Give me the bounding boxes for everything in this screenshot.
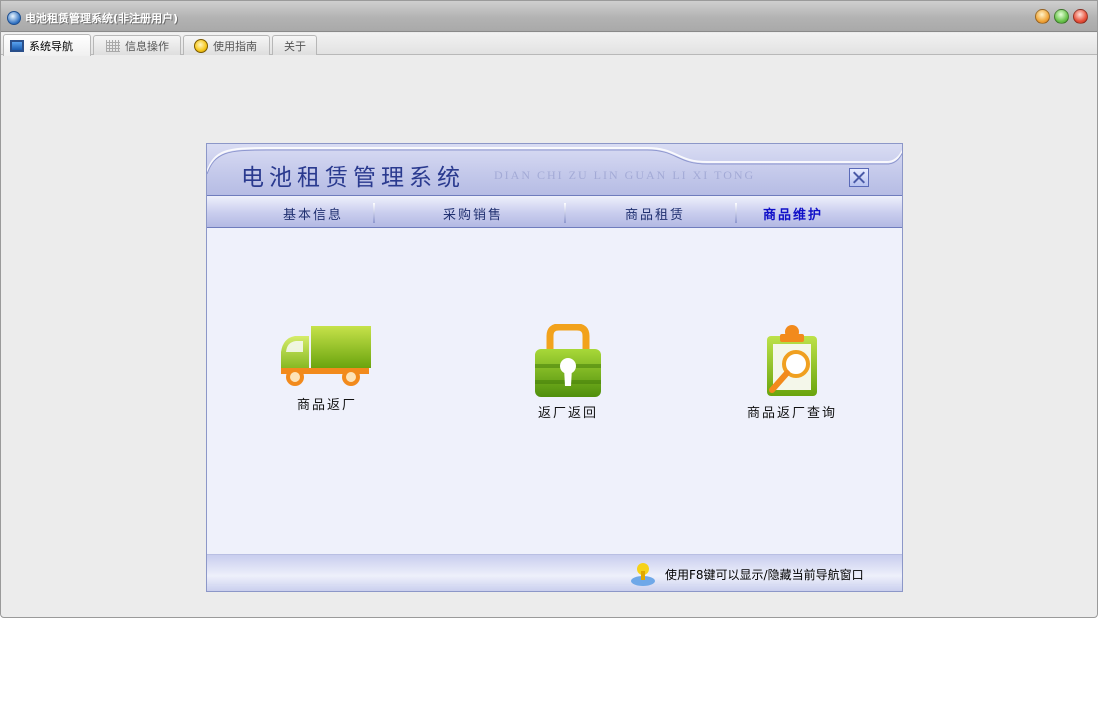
menu-product-maintenance[interactable]: 商品维护 <box>763 204 823 223</box>
tile-product-return[interactable]: 商品返厂 <box>247 324 407 413</box>
monitor-icon <box>10 39 24 52</box>
footer-divider <box>207 584 902 586</box>
navigation-header: 电池租赁管理系统 DIAN CHI ZU LIN GUAN LI XI TONG <box>207 144 902 195</box>
menu-basic-info[interactable]: 基本信息 <box>283 204 343 223</box>
navigation-panel: 电池租赁管理系统 DIAN CHI ZU LIN GUAN LI XI TONG… <box>206 143 903 592</box>
maximize-button[interactable] <box>1054 9 1069 24</box>
tile-label: 商品返厂查询 <box>746 406 837 421</box>
minimize-button[interactable] <box>1035 9 1050 24</box>
lock-icon <box>535 324 601 397</box>
navigation-menu: 基本信息 采购销售 商品租赁 商品维护 <box>207 195 902 228</box>
footer-hint: 使用F8键可以显示/隐藏当前导航窗口 <box>665 568 864 582</box>
close-navigation-button[interactable] <box>849 168 869 187</box>
tab-about[interactable]: 关于 <box>272 35 317 55</box>
navigation-body: 商品返厂 返厂返回 商品返厂查询 <box>207 229 902 554</box>
lightbulb-icon <box>194 38 208 53</box>
truck-icon <box>281 326 371 386</box>
clipboard-search-icon <box>767 325 817 396</box>
grid-icon <box>106 39 120 52</box>
tab-info-operations[interactable]: 信息操作 <box>93 35 181 55</box>
menu-product-rental[interactable]: 商品租赁 <box>625 204 685 223</box>
menu-purchase-sales[interactable]: 采购销售 <box>443 204 503 223</box>
tab-strip: 系统导航 信息操作 使用指南 关于 <box>1 33 1097 56</box>
navigation-title: 电池租赁管理系统 <box>241 165 465 191</box>
close-button[interactable] <box>1073 9 1088 24</box>
app-logo-icon <box>7 11 21 25</box>
tab-label: 信息操作 <box>125 39 169 53</box>
tab-label: 关于 <box>284 39 306 53</box>
menu-separator <box>735 203 737 223</box>
menu-separator <box>373 203 375 223</box>
navigation-subtitle: DIAN CHI ZU LIN GUAN LI XI TONG <box>494 168 756 182</box>
title-bar: 电池租赁管理系统(非注册用户) <box>1 1 1097 32</box>
window-title: 电池租赁管理系统(非注册用户) <box>25 12 179 25</box>
tab-label: 系统导航 <box>29 39 73 53</box>
tile-return-back[interactable]: 返厂返回 <box>488 324 648 421</box>
main-window: 电池租赁管理系统(非注册用户) 系统导航 信息操作 使用指南 关于 电池租赁管理 <box>0 0 1098 618</box>
tab-system-navigation[interactable]: 系统导航 <box>3 34 91 56</box>
tab-label: 使用指南 <box>213 39 257 53</box>
menu-separator <box>564 203 566 223</box>
navigation-footer: 使用F8键可以显示/隐藏当前导航窗口 <box>207 554 902 591</box>
tile-label: 返厂返回 <box>537 406 598 421</box>
tile-product-return-query[interactable]: 商品返厂查询 <box>712 324 872 421</box>
tab-user-guide[interactable]: 使用指南 <box>183 35 270 55</box>
tile-label: 商品返厂 <box>296 398 357 413</box>
hint-pin-icon <box>631 563 655 586</box>
